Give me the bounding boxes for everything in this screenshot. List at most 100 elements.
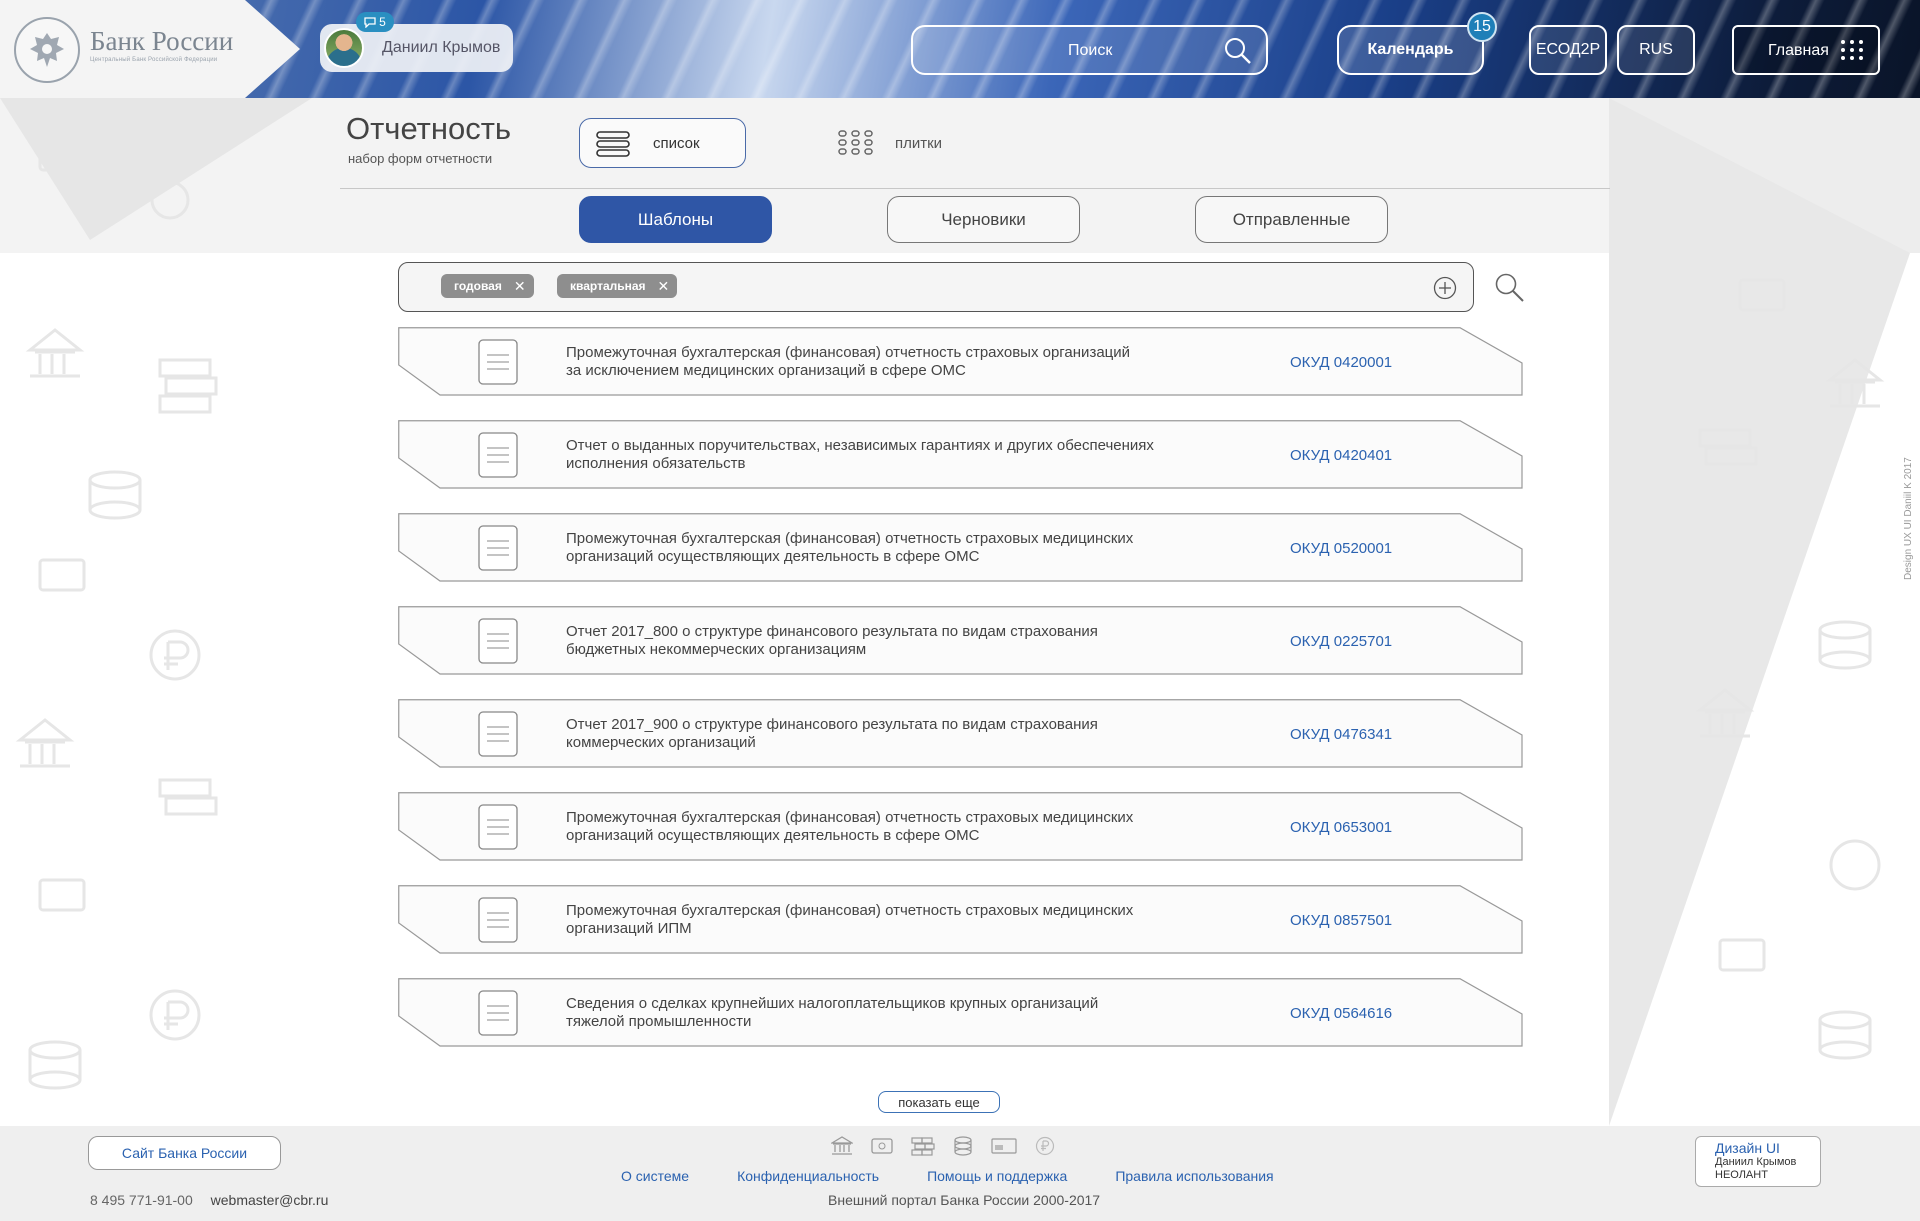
list-item[interactable]: Промежуточная бухгалтерская (финансовая)…: [398, 513, 1523, 582]
bricks-icon[interactable]: [911, 1136, 935, 1156]
menu-grid-icon: [1841, 40, 1864, 60]
footer-icons: [831, 1136, 1055, 1156]
page-title: Отчетность: [346, 111, 512, 146]
report-title-line: Отчет 2017_900 о структуре финансового р…: [566, 716, 1098, 733]
search-icon[interactable]: [1494, 272, 1524, 302]
card-icon[interactable]: [871, 1136, 893, 1156]
list-item[interactable]: Промежуточная бухгалтерская (финансовая)…: [398, 792, 1523, 861]
email-link[interactable]: webmaster@cbr.ru: [211, 1192, 329, 1208]
report-title-line: исполнения обязательств: [566, 455, 746, 472]
report-code-link[interactable]: ОКУД 0420001: [1290, 354, 1392, 371]
copyright: Внешний портал Банка России 2000-2017: [828, 1192, 1101, 1208]
tab-templates[interactable]: Шаблоны: [579, 196, 772, 243]
search-icon[interactable]: [1224, 37, 1252, 65]
footer-link-about[interactable]: О системе: [621, 1168, 689, 1184]
view-list-toggle[interactable]: список: [579, 118, 746, 168]
list-item[interactable]: Отчет 2017_800 о структуре финансового р…: [398, 606, 1523, 675]
add-circle-icon[interactable]: [1433, 276, 1457, 300]
report-title-line: тяжелой промышленности: [566, 1013, 752, 1030]
report-title: Сведения о сделках крупнейших налогоплат…: [566, 995, 1236, 1031]
report-title-line: организаций осуществляющих деятельность …: [566, 548, 980, 565]
document-icon: [478, 432, 518, 478]
notifications-badge[interactable]: 5: [356, 12, 394, 32]
close-icon[interactable]: ✕: [514, 278, 526, 295]
list-icon: [596, 131, 630, 157]
report-title-line: Отчет о выданных поручительствах, незави…: [566, 437, 1154, 454]
view-tiles-label[interactable]: плитки: [895, 135, 942, 152]
report-title: Промежуточная бухгалтерская (финансовая)…: [566, 530, 1236, 566]
report-code-link[interactable]: ОКУД 0225701: [1290, 633, 1392, 650]
report-title: Промежуточная бухгалтерская (финансовая)…: [566, 809, 1236, 845]
list-item[interactable]: Отчет 2017_900 о структуре финансового р…: [398, 699, 1523, 768]
tab-sent[interactable]: Отправленные: [1195, 196, 1388, 243]
grid-icon[interactable]: [838, 130, 874, 156]
design-author: Даниил Крымов: [1715, 1156, 1797, 1168]
report-title-line: за исключением медицинских организаций в…: [566, 362, 966, 379]
design-company: НЕОЛАНТ: [1715, 1169, 1768, 1181]
filter-chip-annual[interactable]: годовая ✕: [441, 274, 534, 298]
report-title-line: организаций осуществляющих деятельность …: [566, 827, 980, 844]
report-code-link[interactable]: ОКУД 0857501: [1290, 912, 1392, 929]
report-title-line: Отчет 2017_800 о структуре финансового р…: [566, 623, 1098, 640]
language-button[interactable]: RUS: [1617, 25, 1695, 75]
document-icon: [478, 339, 518, 385]
filter-chip-quarterly[interactable]: квартальная ✕: [557, 274, 678, 298]
header-divider: [340, 188, 1610, 189]
footer-link-privacy[interactable]: Конфиденциальность: [737, 1168, 879, 1184]
bank-site-button[interactable]: Сайт Банка России: [88, 1136, 281, 1170]
report-title: Промежуточная бухгалтерская (финансовая)…: [566, 344, 1236, 380]
report-code-link[interactable]: ОКУД 0564616: [1290, 1005, 1392, 1022]
filter-chip-label: годовая: [454, 279, 502, 293]
ecod-button[interactable]: ЕСОД2Р: [1529, 25, 1607, 75]
close-icon[interactable]: ✕: [658, 278, 670, 295]
calendar-button[interactable]: Календарь: [1337, 25, 1484, 75]
report-title-line: коммерческих организаций: [566, 734, 756, 751]
footer-link-rules[interactable]: Правила использования: [1115, 1168, 1273, 1184]
report-title: Отчет 2017_900 о структуре финансового р…: [566, 716, 1236, 752]
report-code-link[interactable]: ОКУД 0520001: [1290, 540, 1392, 557]
user-name: Даниил Крымов: [382, 39, 501, 56]
report-title: Отчет о выданных поручительствах, незави…: [566, 437, 1236, 473]
list-item[interactable]: Промежуточная бухгалтерская (финансовая)…: [398, 327, 1523, 396]
home-label: Главная: [1768, 42, 1829, 59]
filter-input[interactable]: годовая ✕ квартальная ✕: [398, 262, 1474, 312]
list-item[interactable]: Промежуточная бухгалтерская (финансовая)…: [398, 885, 1523, 954]
view-list-label: список: [653, 135, 700, 152]
coins-icon[interactable]: [953, 1136, 973, 1156]
logo-panel[interactable]: Банк России Центральный Банк Российской …: [0, 0, 300, 98]
ruble-icon[interactable]: [1035, 1136, 1055, 1156]
design-credit-box: Дизайн UI Даниил Крымов НЕОЛАНТ: [1695, 1136, 1821, 1187]
chat-icon: [364, 16, 376, 28]
report-code-link[interactable]: ОКУД 0476341: [1290, 726, 1392, 743]
phone: 8 495 771-91-00: [90, 1192, 193, 1208]
bank-icon[interactable]: [831, 1136, 853, 1156]
list-item[interactable]: Отчет о выданных поручительствах, незави…: [398, 420, 1523, 489]
filter-chip-label: квартальная: [570, 279, 646, 293]
show-more-button[interactable]: показать еще: [878, 1091, 1000, 1113]
global-search-input[interactable]: Поиск: [911, 25, 1268, 75]
tab-drafts[interactable]: Черновики: [887, 196, 1080, 243]
document-icon: [478, 990, 518, 1036]
avatar[interactable]: [324, 28, 364, 68]
bank-subtitle: Центральный Банк Российской Федерации: [90, 57, 218, 63]
document-icon: [478, 897, 518, 943]
report-title-line: Промежуточная бухгалтерская (финансовая)…: [566, 809, 1134, 826]
header: Банк России Центральный Банк Российской …: [0, 0, 1920, 98]
document-icon: [478, 525, 518, 571]
user-profile-chip[interactable]: 5 Даниил Крымов: [320, 12, 513, 72]
notifications-count: 5: [379, 15, 386, 29]
home-button[interactable]: Главная: [1732, 25, 1880, 75]
design-credit: Design UX UI Daniil K 2017: [1903, 457, 1914, 580]
footer-link-help[interactable]: Помощь и поддержка: [927, 1168, 1067, 1184]
calendar-badge[interactable]: 15: [1467, 12, 1497, 42]
list-item[interactable]: Сведения о сделках крупнейших налогоплат…: [398, 978, 1523, 1047]
footer: Сайт Банка России 8 495 771-91-00 webmas…: [0, 1126, 1920, 1221]
report-title: Промежуточная бухгалтерская (финансовая)…: [566, 902, 1236, 938]
report-code-link[interactable]: ОКУД 0420401: [1290, 447, 1392, 464]
id-card-icon[interactable]: [991, 1136, 1017, 1156]
eagle-emblem-icon: [14, 17, 80, 83]
design-title[interactable]: Дизайн UI: [1715, 1140, 1820, 1156]
report-code-link[interactable]: ОКУД 0653001: [1290, 819, 1392, 836]
page-subtitle: набор форм отчетности: [348, 151, 493, 166]
report-title-line: Сведения о сделках крупнейших налогоплат…: [566, 995, 1099, 1012]
